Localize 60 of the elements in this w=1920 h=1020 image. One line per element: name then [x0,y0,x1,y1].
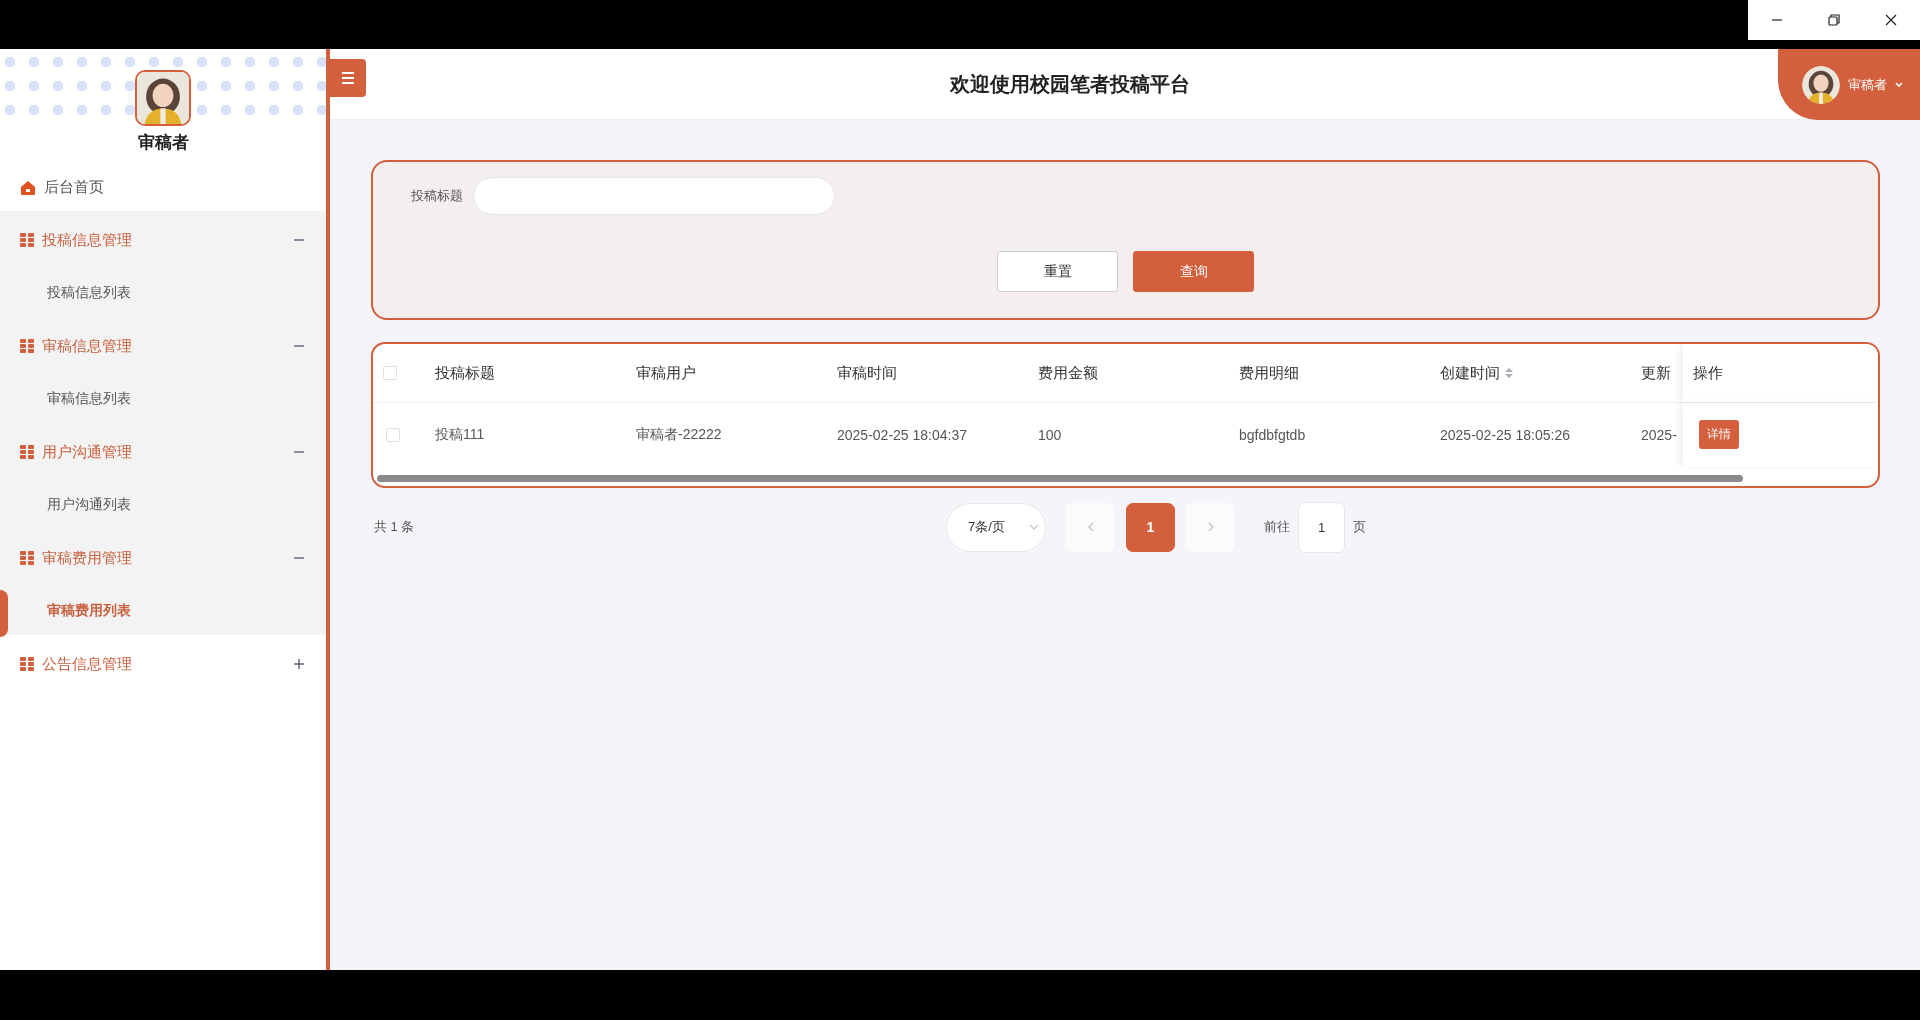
column-header: 审稿用户 [636,363,696,383]
column-header: 投稿标题 [435,363,495,383]
table-cell: 投稿111 [435,425,485,444]
table-cell: 审稿者-22222 [636,425,722,444]
grid-icon [20,657,34,671]
column-header: 操作 [1693,363,1723,383]
menu-icon [342,71,354,84]
chevron-right-icon [1207,522,1214,532]
grid-icon [20,445,34,459]
grid-icon [20,551,34,565]
column-header: 审稿时间 [837,363,897,383]
sort-icon [1505,368,1513,378]
table-cell: bgfdbfgtdb [1239,426,1306,443]
menu-group[interactable]: 投稿信息管理 [42,230,286,250]
menu-button[interactable] [330,58,366,97]
column-header: 更新 [1641,363,1671,383]
menu-item[interactable]: 用户沟通列表 [47,496,131,514]
grid-icon [20,339,34,353]
restore-icon[interactable] [1828,14,1840,26]
menu-item[interactable]: 审稿费用列表 [47,602,131,620]
search-button[interactable]: 查询 [1133,251,1254,292]
total-count: 共 1 条 [374,518,415,536]
menu-item[interactable]: 后台首页 [0,164,326,211]
close-icon[interactable] [1885,14,1898,26]
goto-label: 前往 [1264,518,1290,536]
page-input[interactable]: 1 [1298,501,1345,553]
details-button[interactable]: 详情 [1699,420,1739,449]
menu-item[interactable]: 投稿信息列表 [47,284,131,302]
page-suffix: 页 [1353,518,1366,536]
user-menu[interactable]: 审稿者 [1778,49,1920,120]
page-size-select[interactable]: 7条/页 [946,502,1046,552]
table-cell: 100 [1038,426,1062,443]
previous-page-button[interactable] [1066,502,1115,552]
chevron-down-icon [1895,81,1903,88]
input-field[interactable] [473,177,835,215]
table-cell: 2025-02-25 18:05:26 [1440,426,1570,443]
menu-group[interactable]: 公告信息管理 [42,654,286,674]
reset-button[interactable]: 重置 [997,251,1118,292]
home-icon [20,179,36,196]
menu-group[interactable]: 用户沟通管理 [42,442,286,462]
table-cell: 2025-02-25 18:04:37 [837,426,967,443]
page-button[interactable]: 1 [1126,502,1175,552]
table-cell: 2025- [1641,426,1677,443]
column-header: 费用金额 [1038,363,1098,383]
menu-group[interactable]: 审稿费用管理 [42,548,286,568]
grid-icon [20,233,34,247]
chevron-down-icon [1029,523,1039,531]
column-header: 费用明细 [1239,363,1299,383]
next-page-button[interactable] [1186,502,1235,552]
chevron-left-icon [1087,522,1094,532]
menu-group[interactable]: 审稿信息管理 [42,336,286,356]
menu-item[interactable]: 审稿信息列表 [47,390,131,408]
checkbox[interactable] [383,366,397,380]
page-title: 欢迎使用校园笔者投稿平台 [950,72,1190,97]
user-name: 审稿者 [137,132,189,154]
checkbox[interactable] [386,427,400,442]
scrollbar[interactable] [377,475,1743,482]
field-label: 投稿标题 [411,187,463,205]
active-indicator [0,590,8,637]
column-header: 创建时间 [1440,363,1500,383]
